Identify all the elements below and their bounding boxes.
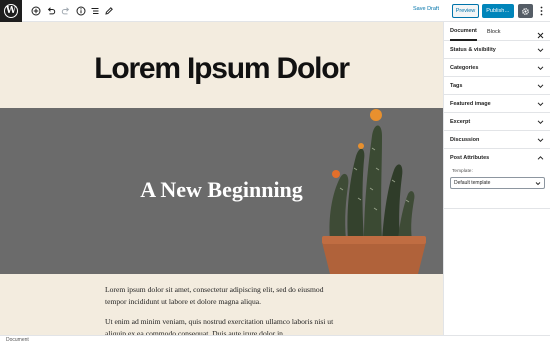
editor-app: W Save Draft Preview Publish… Lorem Ipsu… xyxy=(0,0,550,344)
settings-button[interactable] xyxy=(518,4,533,18)
panel-label: Tags xyxy=(450,83,463,89)
wordpress-logo-button[interactable]: W xyxy=(0,0,22,22)
chevron-down-icon xyxy=(535,182,541,186)
close-sidebar-button[interactable] xyxy=(536,27,545,39)
panel-label: Status & visibility xyxy=(450,47,496,53)
editor-canvas: Lorem Ipsum Dolor A New Beginning Lorem … xyxy=(0,22,443,335)
panel-status-visibility[interactable]: Status & visibility xyxy=(444,41,550,59)
more-menu-icon xyxy=(540,6,542,16)
settings-gear-icon xyxy=(522,7,529,15)
template-select[interactable]: Default template xyxy=(450,177,545,189)
top-toolbar: W Save Draft Preview Publish… xyxy=(0,0,550,22)
chevron-down-icon xyxy=(537,48,544,53)
tab-block[interactable]: Block xyxy=(487,22,500,41)
tab-document[interactable]: Document xyxy=(450,22,477,41)
sidebar-tabs: Document Block xyxy=(444,22,550,41)
chevron-up-icon xyxy=(537,156,544,160)
post-content: Lorem ipsum dolor sit amet, consectetur … xyxy=(105,284,337,335)
close-icon xyxy=(537,32,544,39)
edit-icon[interactable] xyxy=(102,4,116,18)
preview-button[interactable]: Preview xyxy=(452,4,479,18)
cover-block[interactable]: A New Beginning xyxy=(0,108,443,274)
more-menu-button[interactable] xyxy=(536,4,546,18)
settings-sidebar: Document Block Status & visibility Categ… xyxy=(443,22,550,335)
panel-label: Post Attributes xyxy=(450,155,490,161)
undo-icon[interactable] xyxy=(44,4,58,18)
chevron-down-icon xyxy=(537,102,544,107)
panel-label: Discussion xyxy=(450,137,480,143)
chevron-down-icon xyxy=(537,138,544,143)
panel-discussion[interactable]: Discussion xyxy=(444,131,550,149)
save-draft-button[interactable]: Save Draft xyxy=(413,6,439,12)
panel-label: Featured image xyxy=(450,101,491,107)
panel-excerpt[interactable]: Excerpt xyxy=(444,113,550,131)
chevron-down-icon xyxy=(537,84,544,89)
publish-button[interactable]: Publish… xyxy=(482,4,514,18)
paragraph-block[interactable]: Ut enim ad minim veniam, quis nostrud ex… xyxy=(105,316,337,335)
add-block-icon[interactable] xyxy=(29,4,43,18)
block-breadcrumb: Document xyxy=(0,335,550,344)
panel-featured-image[interactable]: Featured image xyxy=(444,95,550,113)
panel-label: Categories xyxy=(450,65,479,71)
redo-icon[interactable] xyxy=(59,4,73,18)
template-label: Template: xyxy=(452,169,473,174)
panel-label: Excerpt xyxy=(450,119,471,125)
post-title[interactable]: Lorem Ipsum Dolor xyxy=(0,52,443,86)
panel-categories[interactable]: Categories xyxy=(444,59,550,77)
panel-tags[interactable]: Tags xyxy=(444,77,550,95)
wordpress-logo-icon: W xyxy=(4,4,18,18)
chevron-down-icon xyxy=(537,120,544,125)
breadcrumb-item[interactable]: Document xyxy=(6,337,29,343)
post-attributes-body: Template: Default template xyxy=(444,167,550,209)
paragraph-block[interactable]: Lorem ipsum dolor sit amet, consectetur … xyxy=(105,284,337,307)
panel-post-attributes[interactable]: Post Attributes xyxy=(444,149,550,167)
chevron-down-icon xyxy=(537,66,544,71)
template-select-value: Default template xyxy=(454,180,491,186)
list-view-icon[interactable] xyxy=(88,4,102,18)
cover-heading[interactable]: A New Beginning xyxy=(0,177,443,203)
info-icon[interactable] xyxy=(74,4,88,18)
